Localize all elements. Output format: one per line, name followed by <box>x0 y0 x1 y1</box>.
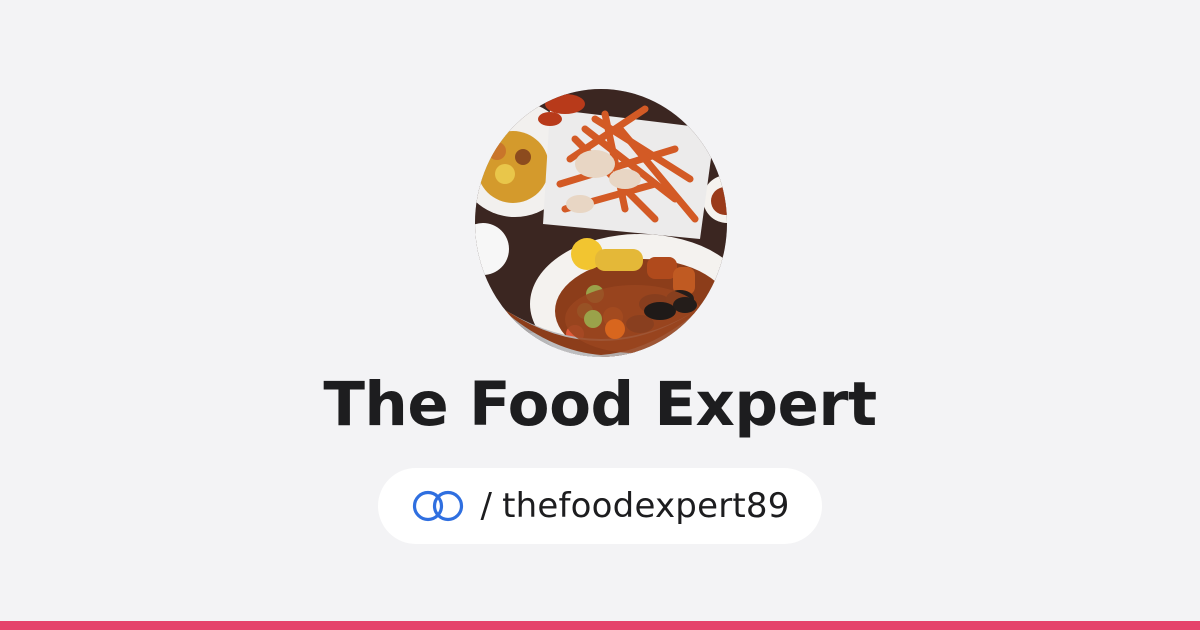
profile-name: The Food Expert <box>323 369 877 440</box>
accent-bar <box>0 621 1200 630</box>
seafood-boil-photo <box>475 89 727 357</box>
linked-rings-icon <box>413 490 464 522</box>
profile-avatar <box>475 89 727 357</box>
profile-handle-link[interactable]: / thefoodexpert89 <box>378 468 822 544</box>
handle-username: thefoodexpert89 <box>502 486 790 526</box>
handle-separator: / <box>480 486 493 526</box>
